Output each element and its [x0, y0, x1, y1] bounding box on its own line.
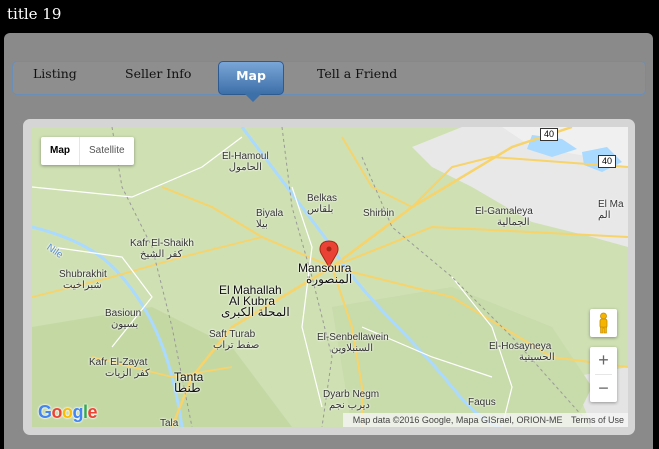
- place-label: Tala: [160, 418, 179, 427]
- terms-of-use-link[interactable]: Terms of Use: [571, 415, 624, 425]
- google-logo[interactable]: Google: [38, 402, 98, 423]
- map-frame: 40 40 El-Hamoul الحامول Belkas بلقاس Biyal…: [23, 119, 635, 435]
- tab-seller-info[interactable]: Seller Info: [125, 62, 191, 94]
- place-label: El Ma الم: [598, 199, 624, 221]
- place-label: Basioun بسيون: [105, 308, 142, 330]
- map-type-map-button[interactable]: Map: [41, 137, 80, 165]
- page-title: title 19: [7, 5, 62, 23]
- place-label: Biyala بيلا: [256, 208, 284, 230]
- map-type-satellite-button[interactable]: Satellite: [80, 137, 134, 165]
- map-view[interactable]: 40 40 El-Hamoul الحامول Belkas بلقاس Biyal…: [32, 127, 628, 427]
- pegman-icon: [599, 312, 608, 334]
- street-view-pegman-button[interactable]: [590, 309, 617, 337]
- zoom-out-button[interactable]: −: [590, 375, 617, 402]
- zoom-in-button[interactable]: +: [590, 347, 617, 374]
- zoom-control: + −: [590, 347, 617, 402]
- map-attribution: Map data ©2016 Google, Mapa GISrael, ORI…: [342, 413, 628, 427]
- place-label-mansoura: Mansoura المنصورة: [298, 261, 353, 286]
- place-label: Belkas بلقاس: [307, 193, 338, 215]
- place-label: Shirbin: [363, 208, 395, 219]
- place-label: Kafr El-Shaikh كفر الشيخ: [130, 238, 194, 260]
- listing-panel: Listing Seller Info Map Tell a Friend 40…: [4, 33, 653, 449]
- place-label: Shubrakhit شبراخيت: [59, 269, 107, 291]
- place-label: El-Gamaleya الجمالية: [475, 206, 533, 228]
- place-label: El-Hosayneya الحسينية: [489, 341, 555, 363]
- place-label: Saft Turab صفط تراب: [209, 329, 260, 351]
- map-data-attribution: Map data ©2016 Google, Mapa GISrael, ORI…: [352, 415, 563, 425]
- road-shield: 40: [598, 155, 617, 168]
- road-shield: 40: [540, 128, 559, 141]
- place-label: Dyarb Negm ديرب نجم: [323, 389, 380, 411]
- tab-map[interactable]: Map: [218, 61, 284, 102]
- place-label: El Mahallah Al Kubra المحلة الكبرى: [219, 283, 290, 319]
- tab-listing[interactable]: Listing: [33, 62, 77, 94]
- tab-bar: Listing Seller Info Map Tell a Friend: [12, 61, 646, 102]
- place-label: Tanta طنطا: [174, 370, 204, 395]
- place-label: El-Hamoul الحامول: [222, 151, 269, 173]
- place-label: El-Senbellawein السنبلاوين: [317, 332, 389, 354]
- map-type-control: Map Satellite: [41, 137, 134, 165]
- place-label: Faqus: [468, 397, 496, 408]
- place-label: Kafr El-Zayat كفر الزيات: [89, 357, 150, 379]
- tab-tell-a-friend[interactable]: Tell a Friend: [317, 62, 397, 94]
